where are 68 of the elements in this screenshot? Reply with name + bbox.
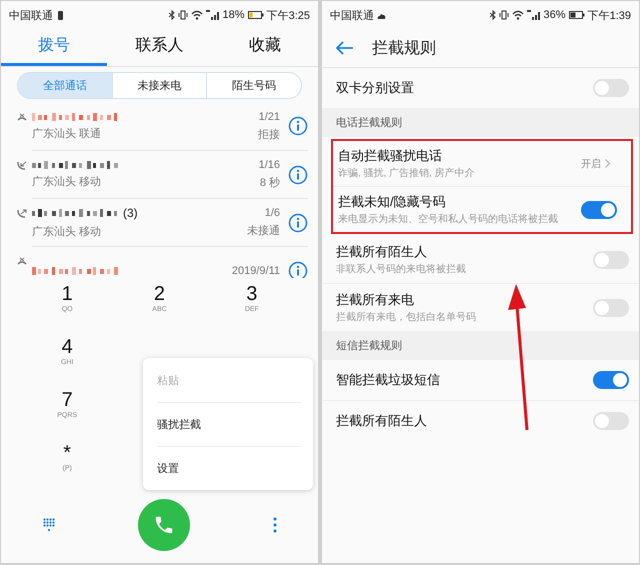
- call-status: 未接通: [247, 224, 280, 238]
- tab[interactable]: 拨号: [1, 29, 107, 66]
- call-status: 8 秒: [260, 176, 280, 190]
- setting-title: 拦截所有陌生人: [336, 243, 428, 261]
- signal-icon: [526, 10, 541, 20]
- back-icon[interactable]: [336, 41, 354, 55]
- call-date: 2019/9/11: [232, 264, 280, 276]
- toggle-switch[interactable]: [593, 250, 629, 268]
- carrier-name: 中国联通: [330, 8, 374, 22]
- battery-percent: 36%: [544, 9, 566, 21]
- carrier-name: 中国联通: [9, 8, 53, 22]
- setting-title: 拦截所有来电: [336, 291, 415, 309]
- menu-item[interactable]: 设置: [157, 446, 301, 490]
- bluetooth-icon: [168, 10, 175, 20]
- tab[interactable]: 收藏: [212, 29, 318, 66]
- signal-icon: [206, 10, 220, 20]
- call-date: 1/21: [258, 110, 280, 122]
- call-status: 拒接: [258, 128, 280, 142]
- section-header: 短信拦截规则: [322, 331, 639, 360]
- tab[interactable]: 联系人: [106, 29, 212, 66]
- dialpad-icon[interactable]: [42, 518, 54, 532]
- call-count: (3): [123, 206, 138, 220]
- call-date: 1/16: [258, 159, 280, 171]
- menu-item[interactable]: 骚扰拦截: [157, 402, 301, 446]
- setting-description: 诈骗, 骚扰, 广告推销, 房产中介: [338, 167, 476, 180]
- toggle-switch[interactable]: [581, 200, 617, 218]
- info-icon[interactable]: [288, 164, 308, 184]
- incoming-call-icon: [17, 161, 27, 170]
- hangup-icon: [17, 257, 27, 266]
- wifi-icon: [190, 10, 203, 20]
- battery-icon: [568, 11, 585, 19]
- wifi-icon: [512, 10, 524, 20]
- hangup-icon: [17, 113, 27, 122]
- page-title: 拦截规则: [372, 38, 436, 58]
- call-location: 广东汕头 移动: [32, 224, 102, 239]
- call-location: 广东汕头 联通: [32, 126, 102, 140]
- more-icon[interactable]: [272, 517, 276, 533]
- toggle-switch[interactable]: [593, 412, 629, 430]
- setting-description: 来电显示为未知、空号和私人号码的电话将被拦截: [338, 213, 559, 226]
- toggle-switch[interactable]: [593, 79, 629, 97]
- info-icon[interactable]: [288, 116, 308, 136]
- section-header: 电话拦截规则: [322, 108, 639, 137]
- toggle-switch[interactable]: [593, 371, 629, 389]
- info-icon[interactable]: [288, 260, 308, 278]
- vibrate-icon: [498, 10, 509, 20]
- vibrate-icon: [178, 10, 188, 20]
- call-date: 1/6: [264, 207, 280, 219]
- toggle-switch[interactable]: [593, 298, 629, 316]
- bluetooth-icon: [490, 10, 496, 20]
- outgoing-call-icon: [17, 209, 27, 218]
- clock: 下午3:25: [266, 8, 310, 22]
- call-location: 广东汕头 移动: [32, 174, 102, 189]
- setting-title: 智能拦截垃圾短信: [336, 371, 441, 389]
- setting-description: 非联系人号码的来电将被拦截: [336, 263, 467, 276]
- info-icon[interactable]: [288, 212, 308, 232]
- sim-icon: [56, 10, 65, 20]
- battery-percent: 18%: [222, 9, 245, 21]
- call-button[interactable]: [138, 499, 190, 551]
- clock: 下午1:39: [588, 8, 631, 22]
- setting-title: 拦截所有陌生人: [336, 412, 428, 430]
- filter-tab[interactable]: 陌生号码: [206, 73, 301, 98]
- setting-title: 双卡分别设置: [336, 79, 415, 97]
- setting-title: 自动拦截骚扰电话: [338, 147, 443, 165]
- setting-title: 拦截未知/隐藏号码: [338, 193, 447, 211]
- setting-description: 拦截所有来电，包括白名单号码: [336, 311, 477, 324]
- chevron-icon: [605, 159, 610, 168]
- filter-tab[interactable]: 未接来电: [112, 73, 206, 98]
- battery-icon: [248, 11, 264, 19]
